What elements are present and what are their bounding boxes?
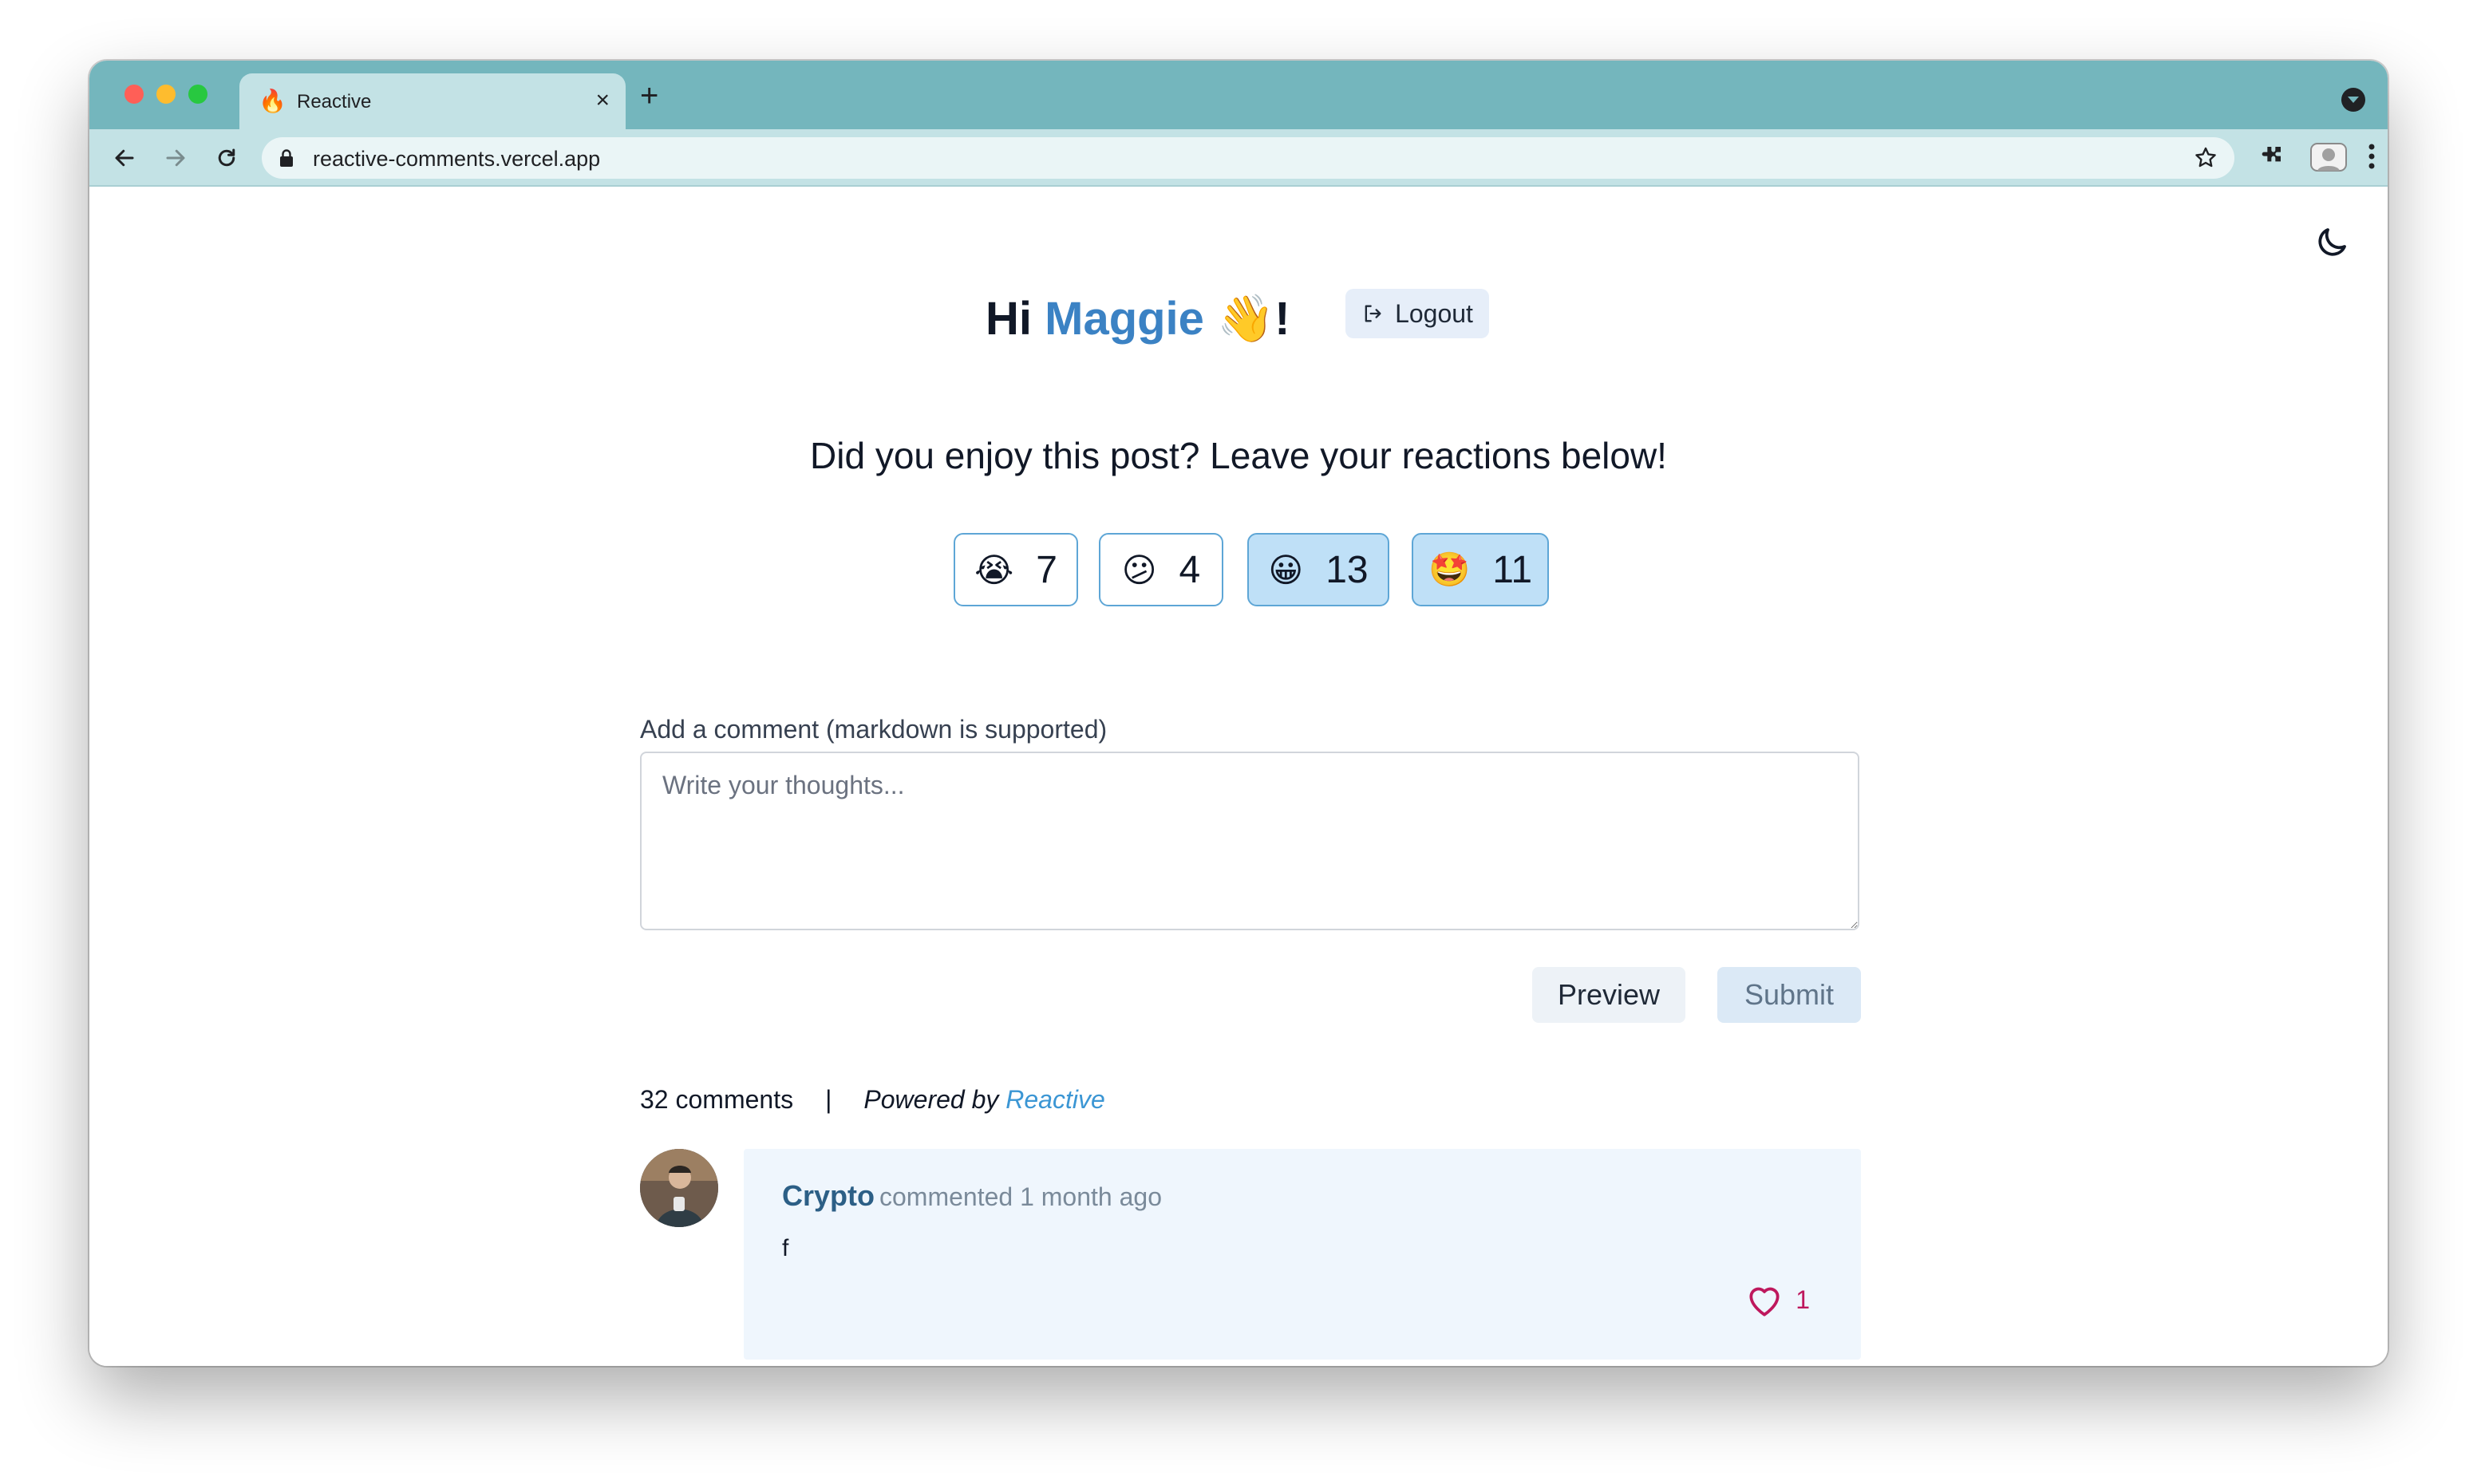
- reaction-prompt: Did you enjoy this post? Leave your reac…: [810, 435, 1667, 476]
- submit-button[interactable]: Submit: [1717, 967, 1861, 1023]
- comment-input[interactable]: [640, 752, 1859, 930]
- star-struck-face-icon: 🤩: [1428, 550, 1471, 588]
- browser-window: 🔥 Reactive × + reactive-comments.vercel.…: [89, 61, 2388, 1366]
- moon-icon[interactable]: [2313, 223, 2351, 266]
- new-tab-icon[interactable]: +: [640, 80, 658, 112]
- browser-tab[interactable]: 🔥 Reactive ×: [239, 73, 626, 129]
- grinning-face-icon: 😀: [1268, 551, 1304, 589]
- close-window-button[interactable]: [124, 85, 144, 104]
- profile-icon[interactable]: [2309, 139, 2348, 178]
- reaction-grinning-button[interactable]: 😀 13: [1247, 533, 1389, 606]
- reaction-count: 11: [1492, 548, 1533, 591]
- confused-face-icon: 😕: [1121, 551, 1157, 589]
- greeting-suffix: 👋!: [1203, 293, 1290, 345]
- brand-link[interactable]: Reactive: [1005, 1085, 1105, 1114]
- comment-label: Add a comment (markdown is supported): [640, 715, 1108, 744]
- avatar-photo-icon: [640, 1149, 718, 1227]
- comment-timestamp: commented 1 month ago: [879, 1182, 1162, 1211]
- reaction-bar: 😭 7 😕 4 😀 13 🤩 11: [89, 533, 2388, 608]
- star-icon[interactable]: [2193, 145, 2218, 175]
- tab-close-icon[interactable]: ×: [595, 88, 610, 113]
- powered-by-label: Powered by: [863, 1085, 999, 1114]
- comment-body: f: [782, 1235, 789, 1261]
- greeting-heading: Hi Maggie 👋!: [986, 292, 1290, 346]
- greeting-row: Hi Maggie 👋! Logout: [89, 284, 2388, 356]
- reload-icon[interactable]: [209, 140, 244, 176]
- fire-favicon-icon: 🔥: [259, 89, 286, 113]
- reaction-count: 7: [1036, 548, 1057, 591]
- reaction-count: 4: [1179, 548, 1201, 591]
- tab-title: Reactive: [297, 91, 372, 112]
- comment-card: Crypto commented 1 month ago f 1: [744, 1149, 1861, 1360]
- reaction-confused-button[interactable]: 😕 4: [1099, 533, 1223, 606]
- page-content: Hi Maggie 👋! Logout Did you enjoy this p…: [89, 188, 2388, 1366]
- kebab-menu-icon[interactable]: [2362, 139, 2381, 178]
- extensions-icon[interactable]: [2257, 139, 2289, 175]
- logout-label: Logout: [1395, 298, 1473, 328]
- greeting-prefix: Hi: [986, 293, 1045, 345]
- tab-search-icon[interactable]: [2341, 88, 2365, 112]
- comment-author[interactable]: Crypto: [782, 1179, 875, 1213]
- comments-meta: 32 comments | Powered by Reactive: [640, 1085, 1105, 1115]
- back-arrow-icon[interactable]: [107, 140, 142, 176]
- reaction-crying-button[interactable]: 😭 7: [954, 533, 1078, 606]
- maximize-window-button[interactable]: [188, 85, 207, 104]
- reaction-count: 13: [1325, 548, 1369, 591]
- logout-icon: [1365, 305, 1381, 322]
- comment-count: 32 comments: [640, 1085, 794, 1114]
- logout-button[interactable]: Logout: [1345, 289, 1489, 338]
- address-bar[interactable]: reactive-comments.vercel.app: [262, 137, 2234, 179]
- forward-arrow-icon[interactable]: [158, 140, 193, 176]
- like-button[interactable]: 1: [1744, 1281, 1810, 1318]
- user-name: Maggie: [1045, 293, 1204, 345]
- title-bar: 🔥 Reactive × +: [89, 61, 2388, 129]
- lock-icon[interactable]: [279, 148, 294, 172]
- like-count: 1: [1796, 1285, 1810, 1314]
- avatar[interactable]: [640, 1149, 718, 1227]
- browser-toolbar: reactive-comments.vercel.app: [89, 129, 2388, 187]
- meta-separator: |: [825, 1085, 832, 1114]
- url-text[interactable]: reactive-comments.vercel.app: [313, 147, 600, 172]
- reaction-star-struck-button[interactable]: 🤩 11: [1412, 533, 1549, 606]
- crying-face-icon: 😭: [974, 551, 1014, 589]
- minimize-window-button[interactable]: [156, 85, 176, 104]
- preview-button[interactable]: Preview: [1532, 967, 1685, 1023]
- heart-icon: [1749, 1287, 1780, 1316]
